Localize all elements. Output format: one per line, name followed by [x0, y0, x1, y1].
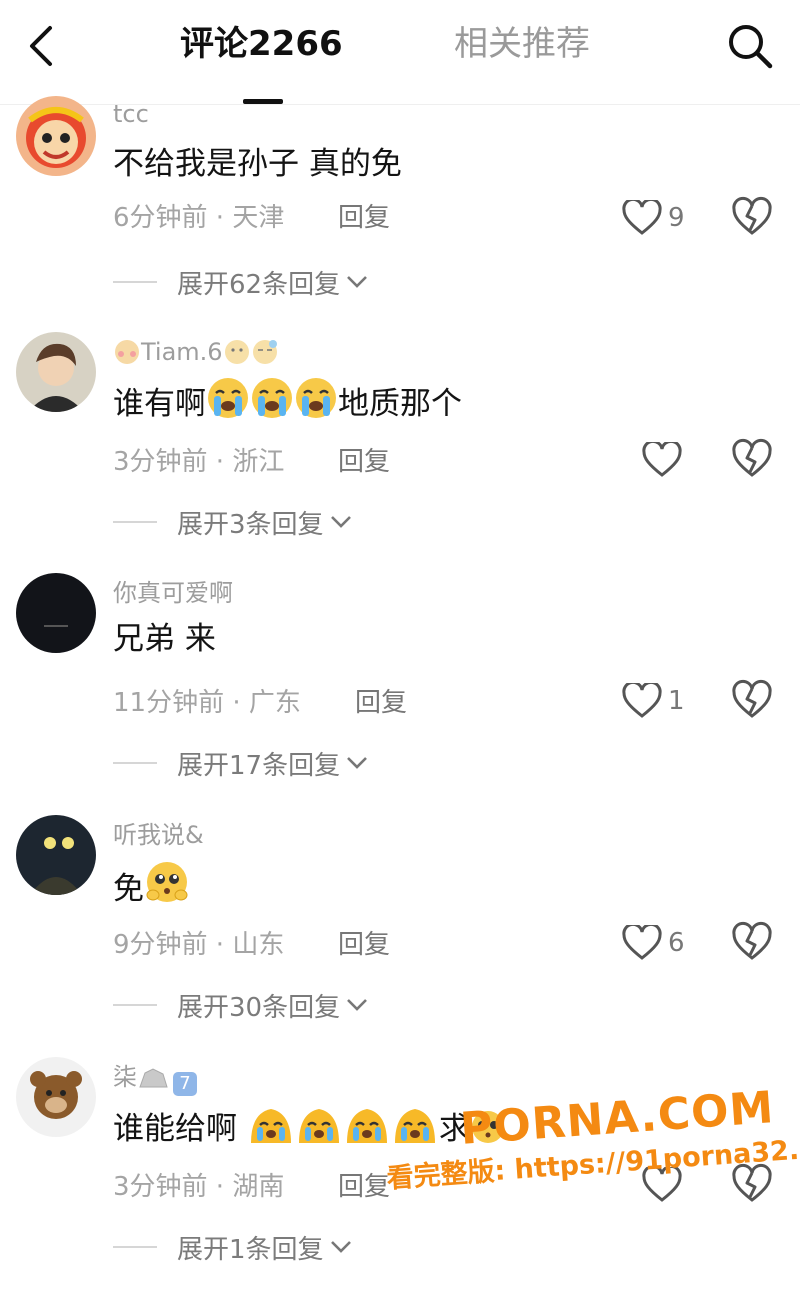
heart-icon	[622, 925, 662, 960]
comment-item: tcc 不给我是孙子 真的免 6分钟前 · 天津 回复 9 展开62条回复	[0, 96, 800, 342]
avatar[interactable]	[16, 815, 96, 895]
broken-heart-icon	[732, 679, 772, 718]
chevron-down-icon	[347, 999, 368, 1011]
crying-face-icon	[252, 378, 292, 418]
divider	[113, 521, 157, 523]
reply-button[interactable]: 回复	[338, 1169, 390, 1205]
crying-chick-icon	[394, 1109, 435, 1143]
avatar[interactable]	[16, 573, 96, 653]
broken-heart-icon	[732, 921, 772, 960]
heart-icon	[622, 683, 662, 718]
comment-text: 兄弟 来	[113, 621, 216, 657]
crying-chick-icon	[346, 1109, 387, 1143]
heart-icon	[622, 200, 662, 235]
username-text: Tiam.6	[141, 338, 223, 366]
comment-text-part: 免	[113, 871, 144, 907]
expand-replies[interactable]: 展开17条回复	[113, 741, 368, 785]
username[interactable]: Tiam.6	[113, 336, 279, 368]
crying-face-icon	[296, 378, 336, 418]
comment-text-part: 谁有啊	[113, 386, 206, 422]
reply-button[interactable]: 回复	[355, 685, 407, 721]
comment-text-part: 地质那个	[338, 386, 462, 422]
divider	[113, 762, 157, 764]
chevron-down-icon	[347, 757, 368, 769]
tab-comments[interactable]: 评论2266	[180, 22, 343, 66]
comment-meta: 6分钟前 · 天津	[113, 203, 285, 233]
comment-text: 谁能给啊 求	[113, 1101, 506, 1151]
comment-text: 谁有啊 地质那个	[113, 376, 462, 426]
username[interactable]: tcc	[113, 98, 149, 130]
broken-heart-icon	[732, 438, 772, 477]
divider	[113, 1004, 157, 1006]
heart-icon	[642, 442, 682, 477]
like-button[interactable]: 9	[622, 194, 685, 242]
pleading-face-icon	[146, 862, 188, 902]
shy-face-icon	[224, 340, 249, 364]
broken-heart-icon	[732, 196, 772, 235]
expand-label: 展开62条回复	[177, 269, 341, 300]
chevron-down-icon	[330, 1241, 351, 1253]
reply-button[interactable]: 回复	[338, 927, 390, 963]
comment-meta: 3分钟前 · 浙江	[113, 447, 285, 477]
avatar[interactable]	[16, 96, 96, 176]
expand-replies[interactable]: 展开3条回复	[113, 500, 352, 544]
crying-chick-icon	[250, 1109, 291, 1143]
username[interactable]: 听我说&	[113, 819, 204, 851]
reply-button[interactable]: 回复	[338, 200, 390, 236]
like-count: 1	[668, 686, 685, 716]
dislike-button[interactable]	[731, 921, 773, 963]
dislike-button[interactable]	[731, 679, 773, 721]
expand-replies[interactable]: 展开30条回复	[113, 983, 368, 1027]
like-button[interactable]: 6	[622, 919, 685, 967]
rock-icon	[139, 1068, 168, 1088]
comment-text: 不给我是孙子 真的免	[113, 146, 402, 182]
chevron-down-icon	[330, 516, 351, 528]
username[interactable]: 你真可爱啊	[113, 577, 233, 609]
comment-item: Tiam.6 谁有啊 地质那个 3分钟前 · 浙江 回复 展开3条回复	[0, 332, 800, 572]
crying-chick-icon	[298, 1109, 339, 1143]
expand-label: 展开1条回复	[177, 1234, 324, 1265]
expand-replies[interactable]: 展开62条回复	[113, 260, 368, 304]
dislike-button[interactable]	[731, 438, 773, 480]
like-count: 6	[668, 928, 685, 958]
username[interactable]: 柒7	[113, 1061, 197, 1096]
avatar[interactable]	[16, 332, 96, 412]
divider	[113, 281, 157, 283]
expand-label: 展开17条回复	[177, 750, 341, 781]
comment-text: 免	[113, 859, 190, 911]
reply-button[interactable]: 回复	[338, 444, 390, 480]
comment-meta: 11分钟前 · 广东	[113, 688, 301, 718]
avatar[interactable]	[16, 1057, 96, 1137]
search-icon[interactable]	[722, 18, 778, 74]
level-badge: 7	[173, 1072, 197, 1096]
comment-item: 听我说& 免 9分钟前 · 山东 回复 6 展开30条回复	[0, 815, 800, 1055]
chevron-down-icon	[347, 276, 368, 288]
like-button[interactable]: 1	[622, 677, 685, 725]
comment-meta: 3分钟前 · 湖南	[113, 1172, 285, 1202]
sleepy-face-icon	[252, 340, 277, 364]
blush-face-icon	[115, 340, 139, 364]
dislike-button[interactable]	[731, 196, 773, 238]
expand-label: 展开30条回复	[177, 992, 341, 1023]
comment-meta: 9分钟前 · 山东	[113, 930, 285, 960]
tab-related[interactable]: 相关推荐	[454, 22, 590, 66]
comment-text-part: 谁能给啊	[113, 1111, 237, 1147]
comment-item: 你真可爱啊 兄弟 来 11分钟前 · 广东 回复 1 展开17条回复	[0, 573, 800, 813]
back-arrow-icon[interactable]	[22, 24, 62, 68]
expand-replies[interactable]: 展开1条回复	[113, 1225, 352, 1269]
username-text: 柒	[113, 1063, 137, 1091]
divider	[113, 1246, 157, 1248]
like-button[interactable]	[642, 436, 688, 484]
expand-label: 展开3条回复	[177, 509, 324, 540]
crying-face-icon	[208, 378, 248, 418]
top-bar: 评论2266 相关推荐	[0, 0, 800, 105]
like-count: 9	[668, 203, 685, 233]
